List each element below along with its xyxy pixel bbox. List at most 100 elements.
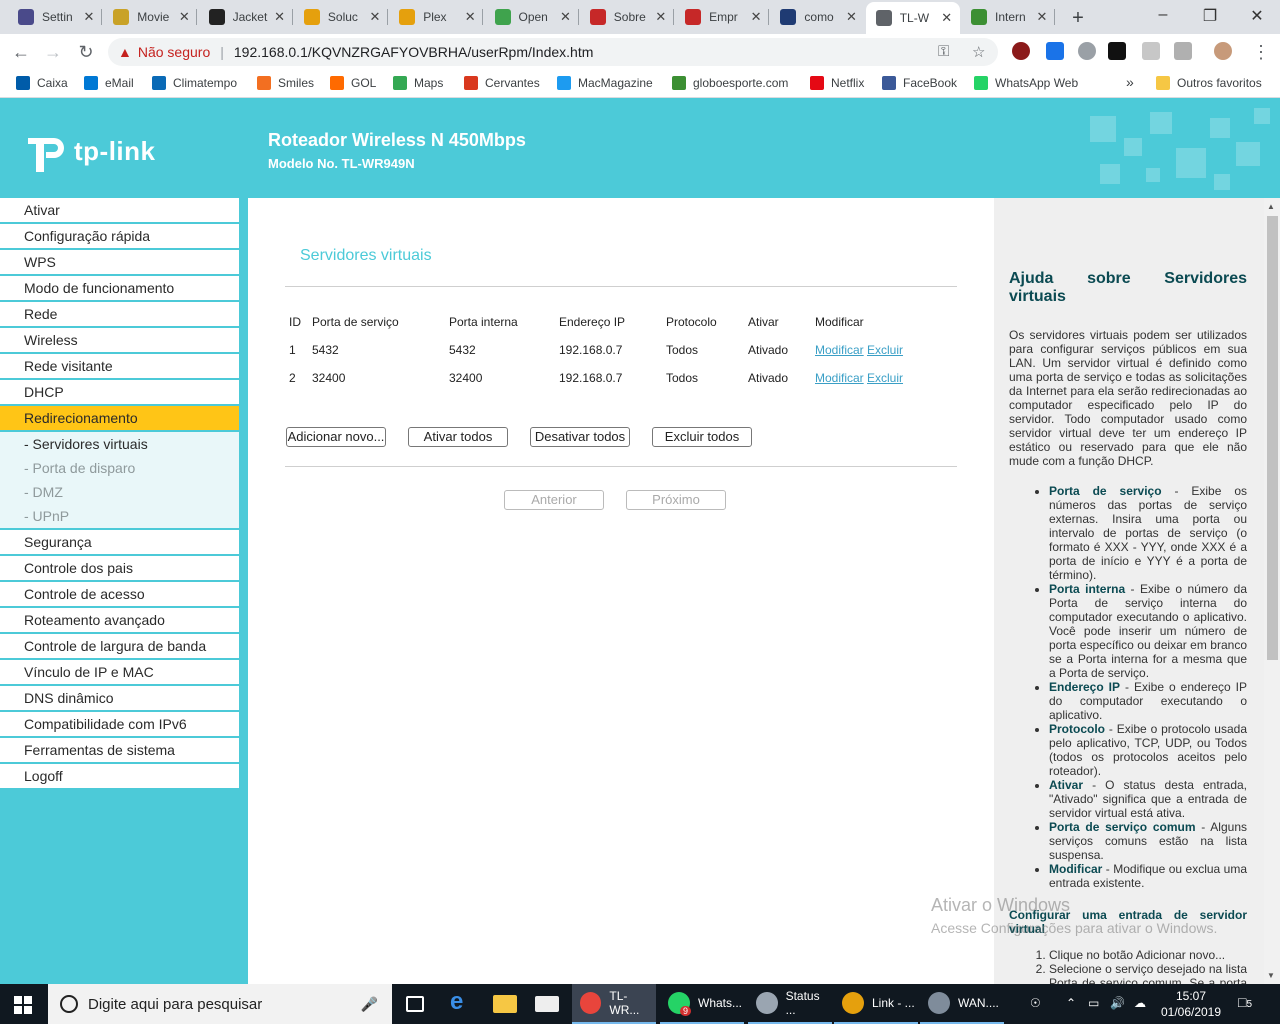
sidebar-item-wps[interactable]: WPS [0, 250, 239, 276]
enable-all-button[interactable]: Ativar todos [408, 427, 508, 447]
tab-close-icon[interactable]: ✕ [1035, 9, 1049, 25]
other-bookmarks[interactable]: Outros favoritos [1156, 76, 1262, 90]
file-explorer-icon[interactable] [493, 995, 517, 1013]
new-tab-button[interactable]: + [1068, 7, 1088, 30]
browser-tab[interactable]: Plex ✕ [389, 4, 484, 30]
shield-icon[interactable] [1108, 42, 1126, 60]
taskbar-app[interactable]: TL-WR... [572, 984, 656, 1024]
taskbar-search-input[interactable]: Digite aqui para pesquisar 🎤 [48, 984, 392, 1024]
sidebar-item-porta-de-disparo[interactable]: - Porta de disparo [0, 456, 239, 480]
sidebar-item-modo-de-funcionamento[interactable]: Modo de funcionamento [0, 276, 239, 302]
bookmark-item[interactable]: Cervantes [464, 76, 540, 90]
scrollbar-thumb[interactable] [1267, 216, 1278, 660]
browser-tab[interactable]: TL-W ✕ [865, 2, 960, 34]
back-icon[interactable]: ← [10, 41, 32, 63]
bookmarks-more-button[interactable]: » [1126, 74, 1134, 90]
sidebar-item-redirecionamento[interactable]: Redirecionamento [0, 406, 239, 432]
sidebar-item-roteamento-avancado[interactable]: Roteamento avançado [0, 608, 239, 634]
sidebar-item-ferramentas-de-sistema[interactable]: Ferramentas de sistema [0, 738, 239, 764]
sidebar-item-configuracao-rapida[interactable]: Configuração rápida [0, 224, 239, 250]
tab-close-icon[interactable]: ✕ [368, 9, 382, 25]
reload-icon[interactable]: ↻ [75, 41, 97, 63]
browser-tab[interactable]: como ✕ [770, 4, 864, 30]
onedrive-icon[interactable]: ☁ [1134, 996, 1146, 1010]
scroll-down-icon[interactable]: ▼ [1267, 971, 1275, 980]
sidebar-item-dhcp[interactable]: DHCP [0, 380, 239, 406]
browser-tab[interactable]: Open ✕ [485, 4, 579, 30]
sidebar-item-logoff[interactable]: Logoff [0, 764, 239, 790]
delete-all-button[interactable]: Excluir todos [652, 427, 752, 447]
mail-icon[interactable] [535, 996, 559, 1012]
bookmark-item[interactable]: Maps [393, 76, 443, 90]
sidebar-item-upnp[interactable]: - UPnP [0, 504, 239, 530]
bookmark-item[interactable]: Caixa [16, 76, 68, 90]
bookmark-item[interactable]: globoesporte.com [672, 76, 788, 90]
scroll-up-icon[interactable]: ▲ [1267, 202, 1275, 211]
minimize-button[interactable]: – [1140, 6, 1186, 24]
tab-close-icon[interactable]: ✕ [844, 9, 858, 25]
close-window-button[interactable]: ✕ [1234, 6, 1280, 26]
extension-icon[interactable] [1078, 42, 1096, 60]
tab-close-icon[interactable]: ✕ [559, 9, 573, 25]
bookmark-item[interactable]: WhatsApp Web [974, 76, 1078, 90]
disable-all-button[interactable]: Desativar todos [530, 427, 630, 447]
extension-icon[interactable] [1174, 42, 1192, 60]
taskbar-app[interactable]: Status ... [748, 984, 832, 1024]
delete-link[interactable]: Excluir [867, 371, 903, 385]
edge-icon[interactable]: e [450, 988, 474, 1015]
notifications-icon[interactable]: □5 [1238, 994, 1252, 1010]
system-clock[interactable]: 15:07 01/06/2019 [1158, 988, 1224, 1020]
browser-tab[interactable]: Soluc ✕ [294, 4, 388, 30]
sidebar-item-controle-de-acesso[interactable]: Controle de acesso [0, 582, 239, 608]
tray-expand-icon[interactable]: ⌃ [1066, 996, 1076, 1010]
tab-close-icon[interactable]: ✕ [177, 9, 191, 25]
sidebar-item-servidores-virtuais[interactable]: - Servidores virtuais [0, 432, 239, 456]
taskbar-app[interactable]: Whats... 9 [660, 984, 744, 1024]
sidebar-item-rede[interactable]: Rede [0, 302, 239, 328]
sidebar-item-dns-dinamico[interactable]: DNS dinâmico [0, 686, 239, 712]
forward-icon[interactable]: → [42, 41, 64, 63]
bookmark-item[interactable]: GOL [330, 76, 376, 90]
taskbar-app[interactable]: WAN.... [920, 984, 1004, 1024]
tab-close-icon[interactable]: ✕ [654, 9, 668, 25]
maximize-button[interactable]: ❐ [1187, 6, 1233, 26]
address-bar[interactable]: ▲ Não seguro | 192.168.0.1/KQVNZRGAFYOVB… [108, 38, 998, 66]
previous-button[interactable]: Anterior [504, 490, 604, 510]
modify-link[interactable]: Modificar [815, 343, 864, 357]
volume-icon[interactable]: 🔊 [1110, 996, 1125, 1010]
bookmark-star-icon[interactable]: ☆ [972, 43, 985, 61]
tab-close-icon[interactable]: ✕ [940, 10, 954, 26]
tab-close-icon[interactable]: ✕ [463, 9, 477, 25]
sidebar-item-vinculo-de-ip-e-mac[interactable]: Vínculo de IP e MAC [0, 660, 239, 686]
url-text[interactable]: 192.168.0.1/KQVNZRGAFYOVBRHA/userRpm/Ind… [234, 44, 593, 60]
security-label[interactable]: Não seguro [138, 44, 210, 60]
sidebar-item-rede-visitante[interactable]: Rede visitante [0, 354, 239, 380]
delete-link[interactable]: Excluir [867, 343, 903, 357]
sidebar-item-seguranca[interactable]: Segurança [0, 530, 239, 556]
bookmark-item[interactable]: FaceBook [882, 76, 957, 90]
windows-start-icon[interactable] [14, 996, 32, 1014]
extension-icon[interactable] [1142, 42, 1160, 60]
menu-dots-icon[interactable]: ⋮ [1250, 41, 1272, 63]
key-icon[interactable]: ⚿ [938, 43, 949, 60]
extension-icon[interactable] [1046, 42, 1064, 60]
browser-tab[interactable]: Empr ✕ [675, 4, 770, 30]
tab-close-icon[interactable]: ✕ [749, 9, 763, 25]
people-icon[interactable]: ☉ [1030, 996, 1041, 1010]
bookmark-item[interactable]: Climatempo [152, 76, 237, 90]
extension-icon[interactable] [1012, 42, 1030, 60]
microphone-icon[interactable]: 🎤 [361, 996, 378, 1013]
sidebar-item-compatibilidade-com-ipv6[interactable]: Compatibilidade com IPv6 [0, 712, 239, 738]
sidebar-item-controle-de-largura-de-banda[interactable]: Controle de largura de banda [0, 634, 239, 660]
sidebar-item-wireless[interactable]: Wireless [0, 328, 239, 354]
task-view-icon[interactable] [406, 996, 424, 1012]
bookmark-item[interactable]: eMail [84, 76, 134, 90]
add-new-button[interactable]: Adicionar novo... [286, 427, 386, 447]
browser-tab[interactable]: Intern ✕ [961, 4, 1055, 30]
bookmark-item[interactable]: MacMagazine [557, 76, 653, 90]
next-button[interactable]: Próximo [626, 490, 726, 510]
avatar[interactable] [1214, 42, 1232, 60]
bookmark-item[interactable]: Netflix [810, 76, 864, 90]
network-icon[interactable]: ▭ [1088, 996, 1099, 1010]
taskbar-app[interactable]: Link - ... [834, 984, 918, 1024]
